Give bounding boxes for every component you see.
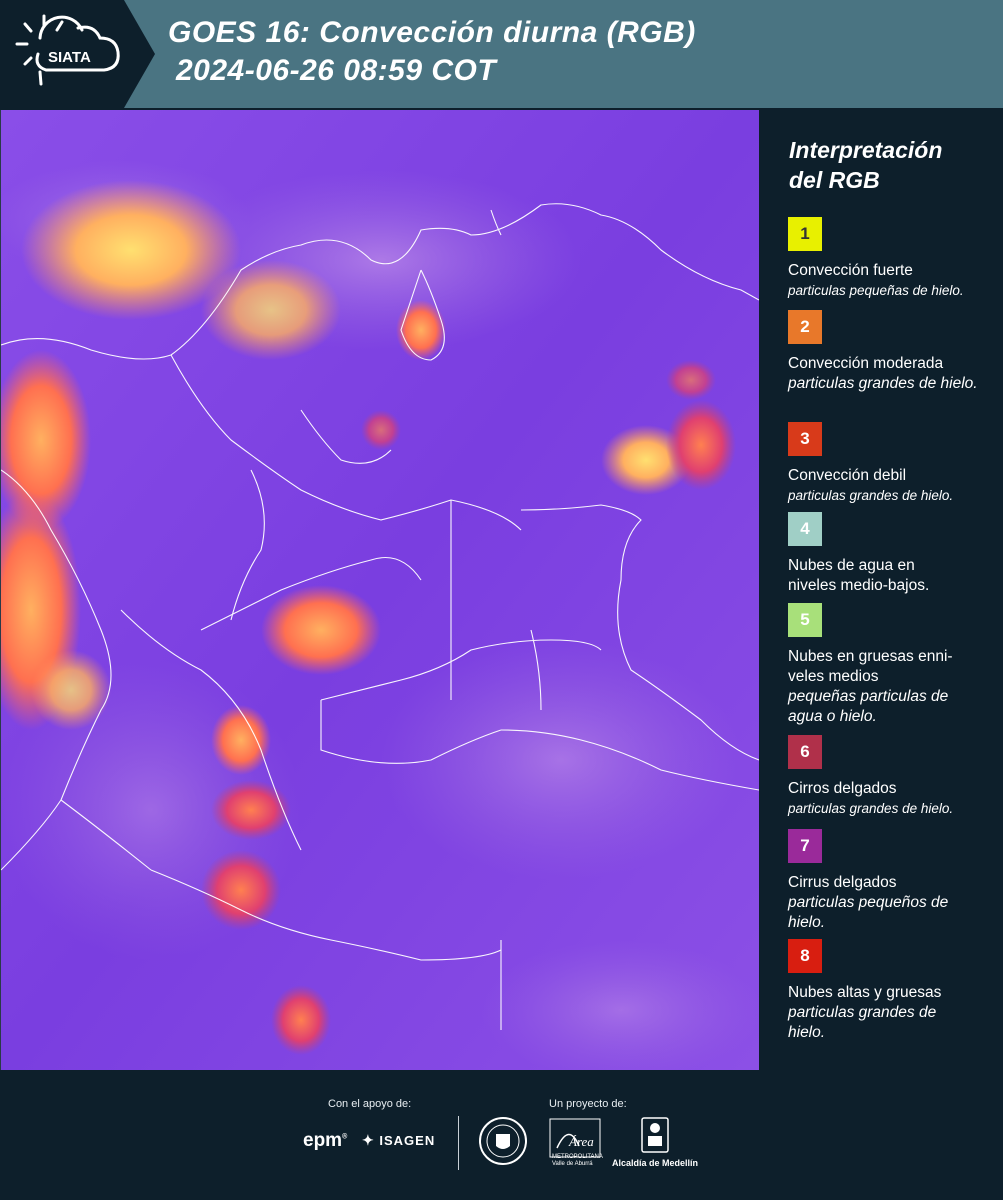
legend-swatch: 8 — [788, 939, 822, 973]
area-logo-text: Área — [568, 1134, 594, 1149]
epm-logo-text: epm — [303, 1130, 343, 1151]
legend-label: Cirrus delgados — [788, 874, 897, 891]
legend-label: Nubes altas y gruesas — [788, 984, 942, 1001]
legend-label: Convección moderada — [788, 355, 944, 372]
header-bar: SIATA GOES 16: Convección diurna (RGB) 2… — [0, 0, 1003, 108]
legend-number: 5 — [800, 610, 810, 629]
legend-number: 8 — [800, 946, 810, 965]
isagen-logo-text: ISAGEN — [379, 1133, 436, 1148]
siata-logo-text: SIATA — [48, 49, 91, 66]
satellite-map-image — [1, 110, 759, 1070]
legend-swatch: 3 — [788, 422, 822, 456]
legend-item-3: 3 Convección debil particulas grandes de… — [788, 422, 993, 506]
legend-item-5: 5 Nubes en gruesas enni-veles medios peq… — [788, 603, 993, 727]
area-metropolitana-text: METROPOLITANA Valle de Aburrá — [552, 1154, 603, 1168]
legend-sublabel: particulas grandes de hielo. — [788, 488, 954, 503]
legend-sublabel: particulas grandes de hielo. — [788, 1004, 937, 1041]
legend-sublabel: pequeñas particulas de agua o hielo. — [788, 688, 949, 725]
legend-number: 6 — [800, 742, 810, 761]
legend-item-6: 6 Cirros delgados particulas grandes de … — [788, 735, 993, 819]
legend-title: Interpretación del RGB — [789, 135, 942, 195]
legend-label: Convección fuerte — [788, 262, 913, 279]
alcaldia-shield-icon — [640, 1116, 670, 1159]
alcaldia-text: Alcaldía de Medellín — [612, 1158, 699, 1168]
area-sub2: Valle de Aburrá — [552, 1161, 593, 1167]
legend-sublabel: particulas grandes de hielo. — [788, 375, 978, 392]
legend-number: 2 — [800, 317, 810, 336]
legend-sublabel: particulas pequeñas de hielo. — [788, 283, 964, 298]
legend-item-1: 1 Convección fuerte particulas pequeñas … — [788, 217, 993, 301]
page-timestamp: 2024-06-26 08:59 COT — [176, 54, 497, 87]
legend-item-8: 8 Nubes altas y gruesas particulas grand… — [788, 939, 993, 1043]
legend-swatch: 1 — [788, 217, 822, 251]
legend-number: 7 — [800, 836, 810, 855]
project-label: Un proyecto de: — [549, 1098, 627, 1110]
legend-label: Nubes de agua en niveles medio-bajos. — [788, 557, 930, 594]
satellite-map[interactable] — [0, 110, 759, 1070]
legend-label: Nubes en gruesas enni-veles medios — [788, 648, 953, 685]
legend-sublabel: particulas grandes de hielo. — [788, 801, 954, 816]
legend-swatch: 7 — [788, 829, 822, 863]
legend-label: Cirros delgados — [788, 780, 897, 797]
footer-divider — [458, 1116, 459, 1170]
legend-swatch: 2 — [788, 310, 822, 344]
legend-sublabel: particulas pequeños de hielo. — [788, 894, 949, 931]
footer: Con el apoyo de: Un proyecto de: epm® ✦ … — [0, 1070, 1003, 1200]
legend-item-4: 4 Nubes de agua en niveles medio-bajos. — [788, 512, 993, 596]
legend-swatch: 4 — [788, 512, 822, 546]
legend-title-line2: del RGB — [789, 167, 880, 193]
legend-item-2: 2 Convección moderada particulas grandes… — [788, 310, 993, 394]
siata-logo: SIATA — [0, 0, 155, 108]
legend-number: 1 — [800, 224, 810, 243]
legend-swatch: 5 — [788, 603, 822, 637]
seal-logo — [478, 1116, 528, 1171]
isagen-logo: ✦ ISAGEN — [362, 1132, 436, 1148]
legend-item-7: 7 Cirrus delgados particulas pequeños de… — [788, 829, 993, 933]
legend-label: Convección debil — [788, 467, 907, 484]
legend-number: 4 — [800, 519, 810, 538]
rgb-legend: Interpretación del RGB 1 Convección fuer… — [768, 110, 998, 1070]
page-title: GOES 16: Convección diurna (RGB) — [168, 16, 696, 49]
legend-title-line1: Interpretación — [789, 137, 943, 163]
epm-logo: epm® — [303, 1130, 348, 1151]
legend-swatch: 6 — [788, 735, 822, 769]
support-label: Con el apoyo de: — [328, 1098, 412, 1110]
legend-number: 3 — [800, 429, 810, 448]
area-sub1: METROPOLITANA — [552, 1154, 603, 1160]
